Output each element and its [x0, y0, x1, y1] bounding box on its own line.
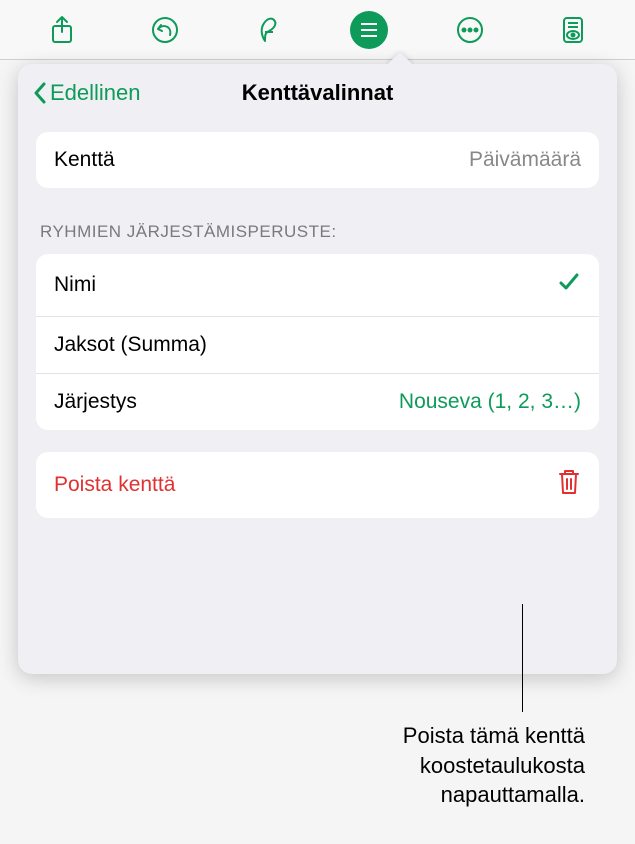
sort-order-label: Järjestys	[54, 390, 137, 414]
undo-icon[interactable]	[143, 8, 187, 52]
sort-card: Nimi Jaksot (Summa) Järjestys Nouseva (1…	[36, 254, 599, 430]
sort-order-row[interactable]: Järjestys Nouseva (1, 2, 3…)	[36, 374, 599, 430]
delete-card: Poista kenttä	[36, 452, 599, 518]
field-card: Kenttä Päivämäärä	[36, 132, 599, 188]
sort-option-jaksot[interactable]: Jaksot (Summa)	[36, 317, 599, 374]
chevron-left-icon	[32, 81, 48, 105]
field-value: Päivämäärä	[469, 148, 581, 172]
popover-title: Kenttävalinnat	[242, 80, 394, 106]
back-label: Edellinen	[50, 80, 141, 106]
sort-section-header: RYHMIEN JÄRJESTÄMISPERUSTE:	[40, 222, 595, 242]
field-label: Kenttä	[54, 148, 115, 172]
sort-option-name[interactable]: Nimi	[36, 254, 599, 317]
more-icon[interactable]	[448, 8, 492, 52]
check-icon	[557, 270, 581, 300]
delete-field-button[interactable]: Poista kenttä	[36, 452, 599, 518]
callout-line	[522, 604, 523, 712]
sort-option-label: Nimi	[54, 273, 96, 297]
callout-text: Poista tämä kenttäkoostetaulukostanapaut…	[403, 721, 585, 810]
trash-icon	[557, 468, 581, 502]
pivot-icon[interactable]	[350, 11, 388, 49]
popover-arrow	[386, 50, 414, 64]
preview-icon[interactable]	[551, 8, 595, 52]
delete-label: Poista kenttä	[54, 473, 175, 497]
share-icon[interactable]	[40, 8, 84, 52]
back-button[interactable]: Edellinen	[32, 80, 141, 106]
sort-option-label: Jaksot (Summa)	[54, 333, 207, 357]
toolbar	[0, 0, 635, 60]
sort-order-value: Nouseva (1, 2, 3…)	[399, 390, 581, 414]
popover: Edellinen Kenttävalinnat Kenttä Päivämää…	[18, 64, 617, 674]
popover-header: Edellinen Kenttävalinnat	[18, 64, 617, 120]
popover-body: Kenttä Päivämäärä RYHMIEN JÄRJESTÄMISPER…	[18, 120, 617, 674]
field-row[interactable]: Kenttä Päivämäärä	[36, 132, 599, 188]
format-brush-icon[interactable]	[247, 8, 291, 52]
